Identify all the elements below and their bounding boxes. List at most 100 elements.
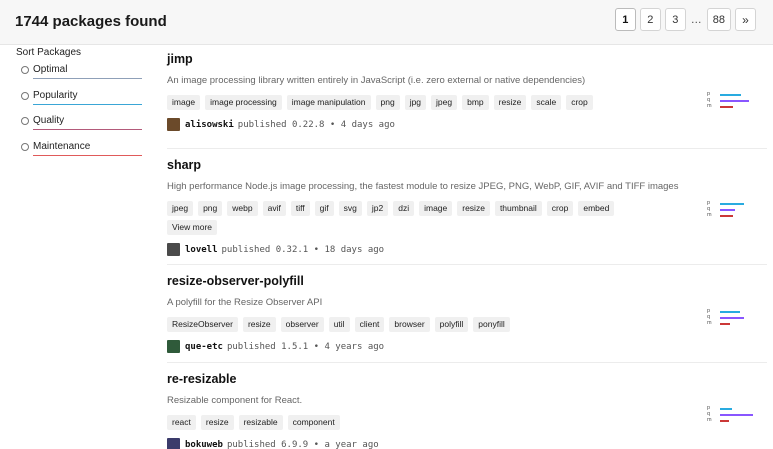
- quality-bar: [720, 414, 754, 416]
- popularity-bar: [720, 408, 732, 410]
- keyword-tag[interactable]: crop: [566, 95, 593, 110]
- package-item: jimp An image processing library written…: [167, 52, 767, 149]
- sort-option-label[interactable]: Popularity: [33, 90, 77, 101]
- keyword-list: react resize resizable component: [167, 415, 637, 430]
- publisher-link[interactable]: lovell: [185, 245, 218, 255]
- avatar[interactable]: [167, 243, 180, 256]
- keyword-tag[interactable]: dzi: [393, 201, 415, 216]
- keyword-list: ResizeObserver resize observer util clie…: [167, 317, 637, 332]
- page-2-button[interactable]: 2: [639, 8, 661, 31]
- keyword-tag[interactable]: jpeg: [431, 95, 458, 110]
- keyword-tag[interactable]: resizable: [238, 415, 283, 430]
- sort-underline: [33, 103, 142, 105]
- keyword-tag[interactable]: avif: [262, 201, 286, 216]
- avatar[interactable]: [167, 340, 180, 353]
- keyword-tag[interactable]: webp: [227, 201, 258, 216]
- maintenance-label: m: [707, 417, 712, 423]
- publisher-link[interactable]: alisowski: [185, 120, 234, 130]
- keyword-tag[interactable]: util: [328, 317, 350, 332]
- avatar[interactable]: [167, 438, 180, 449]
- next-page-button[interactable]: »: [735, 8, 756, 31]
- results-header: 1744 packages found 1 2 3 … 88 »: [0, 0, 773, 45]
- radio-icon[interactable]: [21, 142, 29, 151]
- radio-icon[interactable]: [21, 117, 29, 125]
- publisher-link[interactable]: que-etc: [185, 342, 223, 352]
- package-name-link[interactable]: re-resizable: [167, 372, 767, 386]
- keyword-tag[interactable]: image: [167, 95, 201, 110]
- score-bars: p q m: [707, 200, 767, 225]
- keyword-tag[interactable]: image: [419, 201, 453, 216]
- publisher-line: lovell published 0.32.1 • 18 days ago: [167, 243, 767, 256]
- keyword-tag[interactable]: tiff: [290, 201, 310, 216]
- page-3-button[interactable]: 3: [664, 8, 686, 31]
- keyword-tag[interactable]: react: [167, 415, 196, 430]
- page-last-button[interactable]: 88: [706, 8, 731, 31]
- package-description: A polyfill for the Resize Observer API: [167, 297, 323, 308]
- keyword-tag[interactable]: resize: [242, 317, 276, 332]
- keyword-tag[interactable]: image processing: [205, 95, 282, 110]
- keyword-tag[interactable]: ResizeObserver: [167, 317, 238, 332]
- package-name-link[interactable]: sharp: [167, 158, 767, 172]
- keyword-tag[interactable]: observer: [280, 317, 324, 332]
- score-bars: p q m: [707, 91, 767, 116]
- publisher-link[interactable]: bokuweb: [185, 440, 223, 449]
- sort-option-optimal[interactable]: Optimal: [16, 63, 142, 89]
- keyword-tag[interactable]: ponyfill: [473, 317, 510, 332]
- package-item: sharp High performance Node.js image pro…: [167, 149, 767, 265]
- package-item: re-resizable Resizable component for Rea…: [167, 363, 767, 449]
- sort-option-label[interactable]: Quality: [33, 115, 64, 126]
- sort-option-popularity[interactable]: Popularity: [16, 89, 142, 115]
- keyword-tag[interactable]: embed: [578, 201, 615, 216]
- sort-option-quality[interactable]: Quality: [16, 114, 142, 140]
- package-description: An image processing library written enti…: [167, 75, 586, 86]
- keyword-tag[interactable]: browser: [389, 317, 430, 332]
- published-info: published 0.22.8 • 4 days ago: [237, 119, 395, 130]
- popularity-bar: [720, 203, 744, 205]
- keyword-tag[interactable]: bmp: [462, 95, 489, 110]
- pagination: 1 2 3 … 88 »: [614, 8, 756, 31]
- sort-option-maintenance[interactable]: Maintenance: [16, 140, 142, 166]
- package-item: resize-observer-polyfill A polyfill for …: [167, 265, 767, 363]
- maintenance-label: m: [707, 212, 712, 218]
- keyword-tag[interactable]: jpg: [404, 95, 427, 110]
- package-name-link[interactable]: resize-observer-polyfill: [167, 274, 767, 288]
- keyword-tag[interactable]: thumbnail: [494, 201, 542, 216]
- keyword-tag[interactable]: gif: [314, 201, 334, 216]
- avatar[interactable]: [167, 118, 180, 131]
- quality-bar: [720, 317, 745, 319]
- radio-icon[interactable]: [21, 91, 29, 100]
- publisher-line: alisowski published 0.22.8 • 4 days ago: [167, 118, 767, 131]
- package-description: Resizable component for React.: [167, 395, 303, 406]
- pagination-ellipsis: …: [690, 13, 702, 26]
- keyword-tag[interactable]: jp2: [366, 201, 389, 216]
- sort-underline: [33, 129, 142, 130]
- keyword-tag[interactable]: png: [198, 201, 223, 216]
- radio-icon[interactable]: [21, 66, 29, 74]
- view-more-button[interactable]: View more: [167, 220, 217, 235]
- keyword-tag[interactable]: polyfill: [434, 317, 469, 332]
- keyword-tag[interactable]: client: [354, 317, 385, 332]
- keyword-tag[interactable]: image manipulation: [286, 95, 371, 110]
- keyword-tag[interactable]: resize: [493, 95, 527, 110]
- package-name-link[interactable]: jimp: [167, 52, 767, 66]
- keyword-tag[interactable]: crop: [546, 201, 574, 216]
- score-bars: p q m: [707, 405, 767, 430]
- sort-option-label[interactable]: Maintenance: [33, 141, 90, 152]
- published-info: published 6.9.9 • a year ago: [226, 439, 379, 449]
- keyword-tag[interactable]: resize: [200, 415, 234, 430]
- keyword-tag[interactable]: resize: [457, 201, 490, 216]
- keyword-tag[interactable]: component: [287, 415, 340, 430]
- keyword-tag[interactable]: svg: [338, 201, 362, 216]
- sort-underline: [33, 78, 142, 79]
- package-description: High performance Node.js image processin…: [167, 181, 679, 192]
- sort-option-label[interactable]: Optimal: [33, 64, 67, 75]
- page-1-button[interactable]: 1: [614, 8, 636, 31]
- popularity-bar: [720, 311, 740, 313]
- maintenance-bar: [720, 106, 733, 108]
- keyword-tag[interactable]: jpeg: [167, 201, 194, 216]
- keyword-tag[interactable]: png: [375, 95, 400, 110]
- result-count: 1744 packages found: [15, 13, 167, 30]
- quality-bar: [720, 100, 749, 102]
- popularity-bar: [720, 94, 742, 96]
- keyword-tag[interactable]: scale: [531, 95, 562, 110]
